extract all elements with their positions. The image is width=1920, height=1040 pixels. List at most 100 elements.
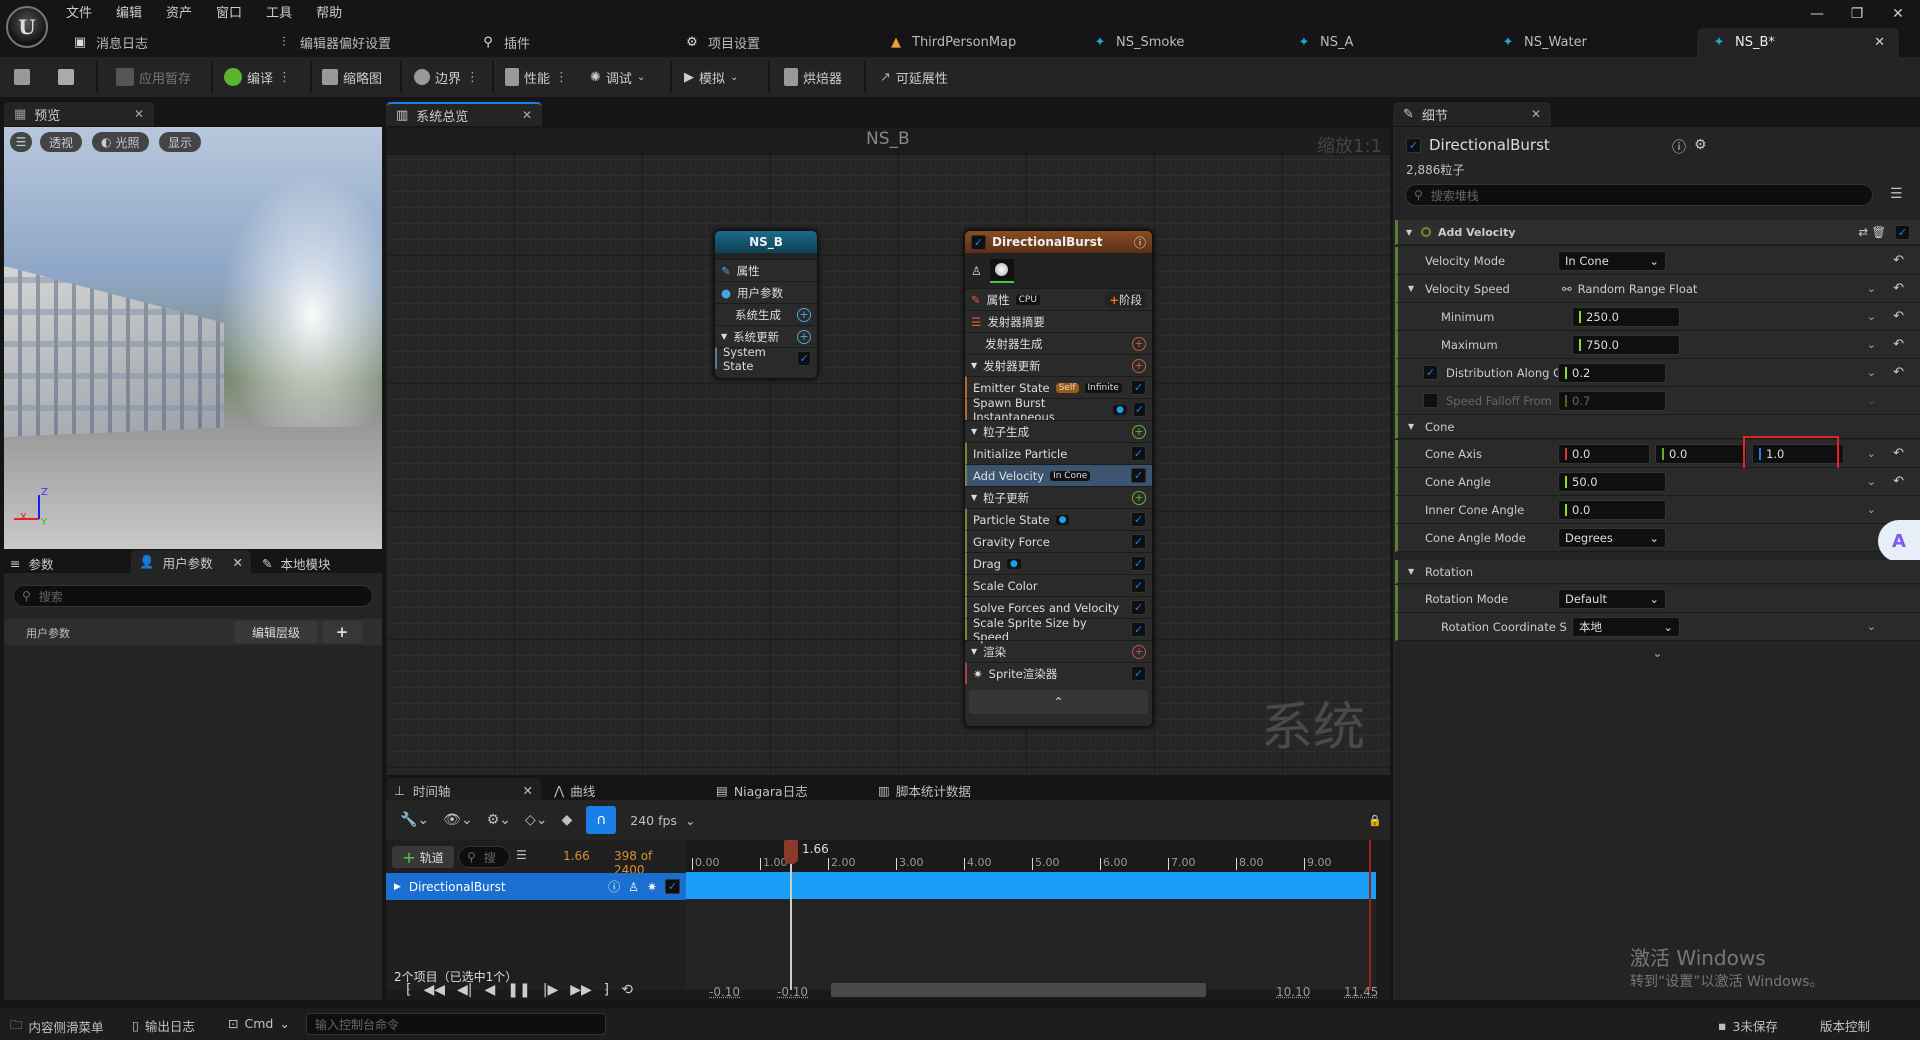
reset-icon[interactable]: ↶ bbox=[1893, 474, 1904, 489]
reset-icon[interactable]: ↶ bbox=[1893, 365, 1904, 380]
tab-script-stats[interactable]: ▥ 脚本统计数据 bbox=[878, 781, 971, 800]
particle-update-row[interactable]: ▼ 粒子更新 + bbox=[965, 486, 1152, 508]
info-icon[interactable]: ⓘ bbox=[1134, 234, 1146, 251]
chevron-down-icon[interactable]: ⌄ bbox=[1867, 338, 1876, 351]
close-icon[interactable]: ✕ bbox=[233, 555, 243, 570]
next-frame-button[interactable]: |▶ bbox=[543, 982, 558, 998]
rotation-mode-select[interactable]: Default ⌄ bbox=[1558, 588, 1666, 609]
unsaved-button[interactable]: ▪ 3未保存 bbox=[1718, 1016, 1778, 1035]
module-enabled-checkbox[interactable]: ✓ bbox=[1131, 468, 1146, 483]
cone-axis-x-input[interactable]: 0.0 bbox=[1558, 443, 1650, 464]
scale-sprite-size-module[interactable]: Scale Sprite Size by Speed ✓ bbox=[965, 616, 1152, 644]
velocity-mode-select[interactable]: In Cone ⌄ bbox=[1558, 250, 1666, 271]
maximum-input[interactable]: 750.0 bbox=[1572, 334, 1680, 355]
expand-more-button[interactable]: ⌄ bbox=[1395, 641, 1920, 665]
console-input[interactable]: 输入控制台命令 bbox=[306, 1013, 606, 1035]
close-icon[interactable]: ✕ bbox=[1531, 107, 1541, 121]
performance-button[interactable]: 性能 ⋮ bbox=[505, 63, 568, 91]
module-enabled-checkbox[interactable]: ✓ bbox=[1131, 446, 1146, 461]
tab-parameters[interactable]: ≡ 参数 bbox=[10, 554, 54, 573]
module-enabled-checkbox[interactable]: ✓ bbox=[1131, 534, 1146, 549]
cmd-dropdown[interactable]: ⊡ Cmd ⌄ bbox=[228, 1016, 290, 1031]
lighting-button[interactable]: ◐ 光照 bbox=[92, 132, 149, 152]
tab-preview[interactable]: ▦ 预览 ✕ bbox=[4, 102, 154, 126]
browse-button[interactable] bbox=[58, 63, 74, 91]
apply-button[interactable]: 应用暂存 bbox=[116, 63, 191, 91]
preview-viewport[interactable]: ☰ 透视 ◐ 光照 显示 Z X Y bbox=[4, 127, 382, 549]
range-start[interactable]: -0.10 bbox=[709, 985, 740, 999]
unreal-logo[interactable]: U bbox=[6, 6, 48, 48]
module-enabled-checkbox[interactable]: ✓ bbox=[1131, 556, 1146, 571]
gear-icon[interactable]: ⚙ bbox=[1694, 137, 1707, 153]
info-icon[interactable]: ⓘ bbox=[1672, 137, 1686, 157]
system-user-params-row[interactable]: ● 用户参数 bbox=[715, 281, 817, 303]
module-enabled-checkbox[interactable]: ✓ bbox=[1132, 402, 1146, 417]
shuffle-icon[interactable]: ⇄ bbox=[1858, 225, 1868, 239]
thumbnail-button[interactable]: 缩略图 bbox=[322, 63, 382, 91]
system-node[interactable]: NS_B ✎ 属性 ● 用户参数 系统生成 + ▼ 系统更新 + System State… bbox=[714, 230, 818, 379]
emitter-properties-row[interactable]: ✎ 属性 CPU +阶段 bbox=[965, 288, 1152, 310]
timeline-scrollbar[interactable] bbox=[831, 983, 1206, 997]
cone-angle-mode-select[interactable]: Degrees ⌄ bbox=[1558, 527, 1666, 548]
fps-dropdown[interactable]: 240 fps ⌄ bbox=[630, 813, 695, 828]
assistant-floating-button[interactable]: A bbox=[1878, 520, 1920, 562]
tab-niagara-log[interactable]: ▤ Niagara日志 bbox=[716, 781, 808, 800]
collapse-arrow-icon[interactable]: ▼ bbox=[1408, 284, 1414, 293]
close-icon[interactable]: ✕ bbox=[523, 783, 533, 798]
source-control-button[interactable]: 版本控制 bbox=[1820, 1016, 1870, 1035]
module-enabled-checkbox[interactable]: ✓ bbox=[1131, 666, 1146, 681]
perspective-button[interactable]: 透视 bbox=[40, 132, 83, 152]
dynamic-input-selector[interactable]: ⚯ Random Range Float bbox=[1562, 282, 1697, 296]
distribution-input[interactable]: 0.2 bbox=[1558, 362, 1666, 383]
scalability-button[interactable]: ↗ 可延展性 bbox=[880, 63, 948, 91]
reset-icon[interactable]: ↶ bbox=[1893, 337, 1904, 352]
cone-angle-input[interactable]: 50.0 bbox=[1558, 471, 1666, 492]
next-key-button[interactable]: ▶▶ bbox=[570, 982, 592, 998]
tab-third-person-map[interactable]: ▲ ThirdPersonMap bbox=[888, 28, 1016, 57]
compile-button[interactable]: 编译 ⋮ bbox=[224, 63, 291, 91]
tab-details[interactable]: ✎ 细节 ✕ bbox=[1393, 102, 1551, 126]
menu-tools[interactable]: 工具 bbox=[266, 2, 292, 21]
emitter-enabled-checkbox[interactable]: ✓ bbox=[971, 234, 986, 250]
viewport-menu-button[interactable]: ☰ bbox=[10, 132, 32, 152]
scale-color-module[interactable]: Scale Color ✓ bbox=[965, 574, 1152, 596]
minimize-button[interactable]: — bbox=[1807, 6, 1827, 22]
reset-icon[interactable]: ↶ bbox=[1893, 446, 1904, 461]
filter-icon[interactable]: ☰ bbox=[516, 848, 527, 862]
keyframe-dropdown[interactable]: ◇⌄ bbox=[525, 812, 548, 828]
chevron-down-icon[interactable]: ⌄ bbox=[1867, 394, 1876, 407]
timeline-area[interactable]: 0.00 1.00 2.00 3.00 4.00 5.00 6.00 7.00 8.00 9.00… bbox=[686, 840, 1376, 990]
chevron-down-icon[interactable]: ⌄ bbox=[1867, 503, 1876, 516]
particle-state-module[interactable]: Particle State ● ✓ bbox=[965, 508, 1152, 530]
add-module-icon[interactable]: + bbox=[797, 307, 811, 322]
tab-ns-smoke[interactable]: ✦ NS_Smoke bbox=[1092, 28, 1185, 57]
emitter-summary-row[interactable]: ☰ 发射器摘要 bbox=[965, 310, 1152, 332]
tab-ns-b[interactable]: ✦ NS_B* ✕ bbox=[1697, 28, 1899, 57]
add-stage-button[interactable]: +阶段 bbox=[1105, 291, 1146, 308]
tab-ns-water[interactable]: ✦ NS_Water bbox=[1500, 28, 1587, 57]
chevron-down-icon[interactable]: ⌄ bbox=[1867, 447, 1876, 460]
menu-asset[interactable]: 资产 bbox=[166, 2, 192, 21]
emitter-update-row[interactable]: ▼ 发射器更新 + bbox=[965, 354, 1152, 376]
add-velocity-header[interactable]: ▼ Add Velocity ⇄ 🗑 ✓ bbox=[1395, 220, 1920, 245]
close-icon[interactable]: ✕ bbox=[522, 108, 532, 122]
view-start[interactable]: -0.10 bbox=[777, 985, 808, 999]
key-icon[interactable]: ◆ bbox=[561, 812, 572, 828]
add-module-icon[interactable]: + bbox=[1132, 424, 1146, 439]
drag-module[interactable]: Drag ● ✓ bbox=[965, 552, 1152, 574]
tab-user-parameters[interactable]: 👤 用户参数 ✕ bbox=[131, 550, 251, 574]
output-log-button[interactable]: ▯ 输出日志 bbox=[132, 1016, 195, 1035]
debug-dropdown[interactable]: ✺ 调试 ⌄ bbox=[590, 63, 645, 91]
maximize-button[interactable]: ❐ bbox=[1847, 6, 1867, 22]
playback-options-dropdown[interactable]: ⚙⌄ bbox=[487, 812, 511, 828]
jump-end-button[interactable]: ⁆ bbox=[604, 982, 609, 998]
chevron-down-icon[interactable]: ⌄ bbox=[1867, 282, 1876, 295]
pause-button[interactable]: ❚❚ bbox=[507, 982, 530, 998]
chevron-down-icon[interactable]: ⌄ bbox=[1867, 310, 1876, 323]
add-renderer-icon[interactable]: + bbox=[1132, 644, 1146, 659]
reset-icon[interactable]: ↶ bbox=[1893, 281, 1904, 296]
initialize-particle-module[interactable]: Initialize Particle ✓ bbox=[965, 442, 1152, 464]
emitter-enabled-checkbox[interactable]: ✓ bbox=[1406, 137, 1421, 153]
baker-button[interactable]: 烘焙器 bbox=[784, 63, 842, 91]
params-search-input[interactable]: ⚲ 搜索 bbox=[13, 585, 373, 607]
